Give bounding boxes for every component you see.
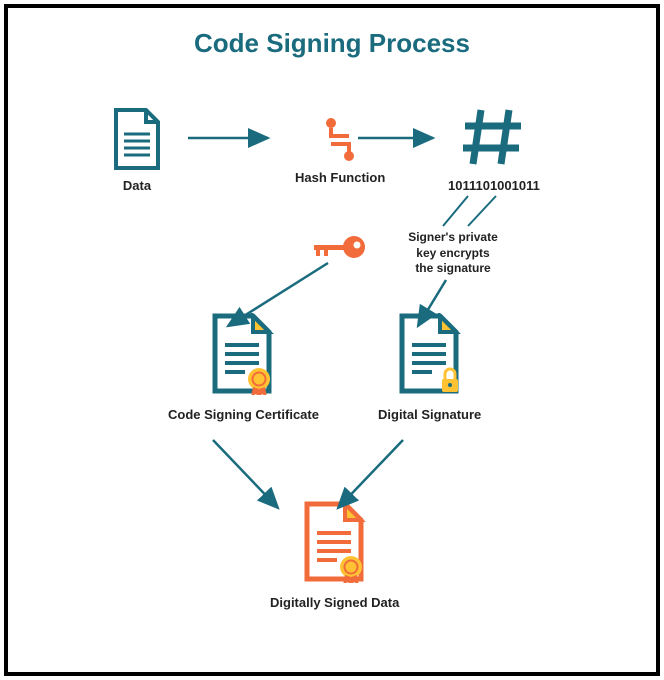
flow-arrows [8, 8, 664, 680]
diagram-frame: Code Signing Process Data Hash Function [4, 4, 660, 676]
